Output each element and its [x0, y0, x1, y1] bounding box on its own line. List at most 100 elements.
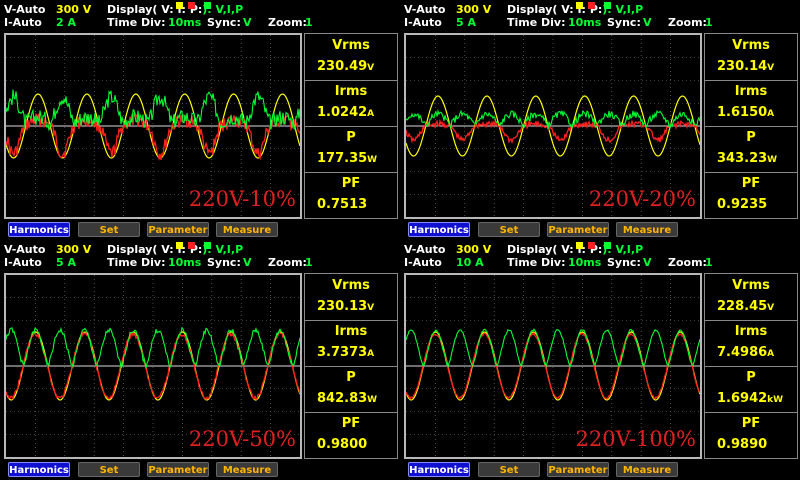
zoom-value[interactable]: 1 [305, 255, 313, 270]
sync-value[interactable]: V [643, 15, 652, 30]
set-button[interactable]: Set [478, 462, 540, 477]
sync-value[interactable]: V [643, 255, 652, 270]
power-label: P [746, 370, 756, 385]
pf-value: 0.9890 [717, 437, 768, 452]
current-color-swatch [187, 242, 195, 249]
power-number: 842.83 [317, 391, 368, 406]
pf-label: PF [741, 416, 761, 431]
irms-label: Irms [734, 84, 768, 99]
power-number: 343.23 [717, 151, 768, 166]
measure-button[interactable]: Measure [616, 222, 678, 237]
vrms-number: 230.49 [317, 59, 368, 74]
zoom-value[interactable]: 1 [705, 255, 713, 270]
power-value: 177.35W [317, 151, 377, 166]
sync-label: Sync: [607, 256, 641, 269]
sync-label: Sync: [207, 256, 241, 269]
sync-value[interactable]: V [243, 255, 252, 270]
vrms-cell[interactable]: Vrms 230.13V [305, 274, 397, 321]
i-range: 5 A [56, 256, 76, 269]
measurement-column: Vrms 230.49V Irms 1.0242A P 177.35W PF 0… [304, 33, 398, 219]
current-color-swatch [187, 2, 195, 9]
vrms-label: Vrms [732, 278, 770, 293]
measure-button[interactable]: Measure [216, 222, 278, 237]
parameter-button[interactable]: Parameter [147, 462, 209, 477]
power-cell[interactable]: P 842.83W [305, 366, 397, 413]
pf-cell[interactable]: PF 0.9235 [705, 172, 797, 218]
vrms-value: 230.13V [317, 299, 374, 314]
vrms-cell[interactable]: Vrms 228.45V [705, 274, 797, 321]
measure-button[interactable]: Measure [216, 462, 278, 477]
zoom-value[interactable]: 1 [705, 15, 713, 30]
power-trace [406, 109, 700, 130]
time-div-label: Time Div: [507, 16, 566, 29]
parameter-button[interactable]: Parameter [547, 462, 609, 477]
waveform-display[interactable]: 220V-50% [4, 273, 302, 459]
zoom-value[interactable]: 1 [305, 15, 313, 30]
irms-unit: A [367, 109, 375, 119]
power-number: 177.35 [317, 151, 368, 166]
sync-label: Sync: [207, 16, 241, 29]
irms-number: 1.6150 [717, 105, 768, 120]
waveform-display[interactable]: 220V-10% [4, 33, 302, 219]
irms-cell[interactable]: Irms 3.7373A [305, 320, 397, 367]
time-div-value[interactable]: 10ms [568, 255, 601, 270]
zoom-label: Zoom: [268, 256, 307, 269]
voltage-color-swatch [575, 242, 583, 249]
i-range: 10 A [456, 256, 484, 269]
vrms-value: 228.45V [717, 299, 774, 314]
power-label: P [346, 370, 356, 385]
vrms-number: 230.14 [717, 59, 768, 74]
vrms-number: 230.13 [317, 299, 368, 314]
vrms-value: 230.14V [717, 59, 774, 74]
pf-label: PF [341, 176, 361, 191]
vrms-cell[interactable]: Vrms 230.14V [705, 34, 797, 81]
pf-cell[interactable]: PF 0.7513 [305, 172, 397, 218]
vrms-cell[interactable]: Vrms 230.49V [305, 34, 397, 81]
analyzer-panel-1: V-Auto 300 V Display( V: I: P:): V,I,P I… [0, 0, 400, 240]
pf-value: 0.7513 [317, 197, 368, 212]
time-div-value[interactable]: 10ms [168, 255, 201, 270]
set-button[interactable]: Set [78, 462, 140, 477]
time-div-value[interactable]: 10ms [168, 15, 201, 30]
current-color-swatch [587, 242, 595, 249]
analyzer-panel-4: V-Auto 300 V Display( V: I: P:): V,I,P I… [400, 240, 800, 480]
pf-value: 0.9800 [317, 437, 368, 452]
pf-cell[interactable]: PF 0.9800 [305, 412, 397, 458]
set-button[interactable]: Set [78, 222, 140, 237]
sync-label: Sync: [607, 16, 641, 29]
harmonics-button[interactable]: Harmonics [408, 222, 470, 237]
irms-value: 1.6150A [717, 105, 774, 120]
harmonics-button[interactable]: Harmonics [408, 462, 470, 477]
power-cell[interactable]: P 177.35W [305, 126, 397, 173]
header-row-current: I-Auto 2 A Time Div: 10ms Sync: V Zoom: … [0, 15, 400, 30]
header-row-current: I-Auto 5 A Time Div: 10ms Sync: V Zoom: … [0, 255, 400, 270]
power-cell[interactable]: P 1.6942kW [705, 366, 797, 413]
sync-value[interactable]: V [243, 15, 252, 30]
irms-value: 7.4986A [717, 345, 774, 360]
power-unit: kW [767, 395, 784, 405]
voltage-color-swatch [575, 2, 583, 9]
irms-cell[interactable]: Irms 7.4986A [705, 320, 797, 367]
harmonics-button[interactable]: Harmonics [8, 462, 70, 477]
zoom-label: Zoom: [268, 16, 307, 29]
pf-cell[interactable]: PF 0.9890 [705, 412, 797, 458]
irms-number: 3.7373 [317, 345, 368, 360]
irms-label: Irms [334, 84, 368, 99]
parameter-button[interactable]: Parameter [147, 222, 209, 237]
irms-cell[interactable]: Irms 1.0242A [305, 80, 397, 127]
parameter-button[interactable]: Parameter [547, 222, 609, 237]
zoom-label: Zoom: [668, 16, 707, 29]
waveform-display[interactable]: 220V-100% [404, 273, 702, 459]
set-button[interactable]: Set [478, 222, 540, 237]
time-div-label: Time Div: [507, 256, 566, 269]
load-condition-label: 220V-50% [188, 427, 296, 451]
harmonics-button[interactable]: Harmonics [8, 222, 70, 237]
power-number: 1.6942 [717, 391, 768, 406]
waveform-display[interactable]: 220V-20% [404, 33, 702, 219]
time-div-value[interactable]: 10ms [568, 15, 601, 30]
power-cell[interactable]: P 343.23W [705, 126, 797, 173]
irms-cell[interactable]: Irms 1.6150A [705, 80, 797, 127]
measure-button[interactable]: Measure [616, 462, 678, 477]
softkey-bar: Harmonics Set Parameter Measure [400, 222, 800, 238]
power-unit: W [367, 395, 378, 405]
